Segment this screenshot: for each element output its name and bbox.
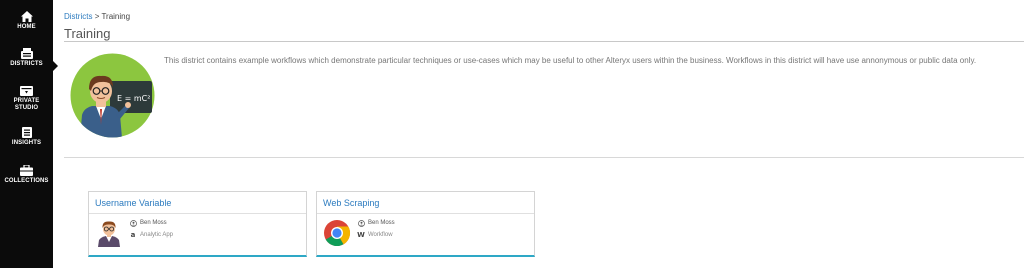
collections-icon bbox=[20, 165, 33, 176]
breadcrumb-link-districts[interactable]: Districts bbox=[64, 12, 92, 21]
title-divider bbox=[64, 41, 1024, 42]
user-icon bbox=[129, 219, 137, 227]
card-author-row: Ben Moss bbox=[357, 219, 395, 227]
sidebar-item-districts[interactable]: DISTRICTS bbox=[0, 48, 53, 68]
active-nav-pointer bbox=[53, 61, 58, 71]
sidebar-item-private-studio[interactable]: PRIVATE STUDIO bbox=[0, 86, 53, 112]
workflow-icon: W bbox=[357, 231, 365, 239]
scientist-avatar-icon bbox=[98, 221, 120, 247]
sidebar-item-label: INSIGHTS bbox=[11, 140, 42, 146]
private-studio-icon bbox=[20, 86, 33, 96]
teacher-avatar-icon: E = mC² bbox=[70, 53, 155, 138]
districts-icon bbox=[20, 48, 33, 59]
analytic-app-icon: a bbox=[130, 231, 136, 239]
card-author: Ben Moss bbox=[140, 220, 167, 226]
blackboard-formula: E = mC² bbox=[117, 94, 150, 103]
home-icon bbox=[20, 11, 33, 22]
section-divider bbox=[64, 157, 1024, 158]
sidebar-item-label: COLLECTIONS bbox=[4, 178, 49, 184]
sidebar-nav: HOME DISTRICTS PRIVATE STUDIO INSIGHTS C… bbox=[0, 0, 53, 268]
sidebar-item-label: HOME bbox=[17, 24, 36, 30]
card-type: Analytic App bbox=[140, 232, 174, 238]
user-icon bbox=[357, 219, 365, 227]
card-divider bbox=[317, 213, 534, 214]
card-divider bbox=[89, 213, 306, 214]
breadcrumb-current: Training bbox=[101, 12, 131, 21]
breadcrumb: Districts > Training bbox=[64, 12, 130, 21]
card-title[interactable]: Web Scraping bbox=[323, 198, 379, 208]
page-title: Training bbox=[64, 26, 111, 41]
card-thumbnail bbox=[95, 219, 123, 247]
sidebar-item-home[interactable]: HOME bbox=[0, 11, 53, 31]
card-type-row: a Analytic App bbox=[129, 231, 173, 239]
sidebar-item-label: STUDIO bbox=[14, 105, 39, 111]
card-type-row: W Workflow bbox=[357, 231, 393, 239]
district-image: E = mC² bbox=[70, 53, 155, 138]
workflow-card[interactable]: Web Scraping Ben Moss W Workflow bbox=[316, 191, 535, 257]
chrome-logo-icon bbox=[324, 220, 351, 247]
sidebar-item-collections[interactable]: COLLECTIONS bbox=[0, 165, 53, 185]
card-title[interactable]: Username Variable bbox=[95, 198, 171, 208]
insights-icon bbox=[21, 127, 32, 138]
sidebar-item-insights[interactable]: INSIGHTS bbox=[0, 127, 53, 147]
sidebar-item-label: DISTRICTS bbox=[10, 61, 43, 67]
card-type: Workflow bbox=[368, 232, 393, 238]
sidebar-item-label: PRIVATE bbox=[13, 98, 40, 104]
district-description: This district contains example workflows… bbox=[164, 56, 977, 65]
card-author: Ben Moss bbox=[368, 220, 395, 226]
workflow-card[interactable]: Username Variable Ben Moss a Analytic Ap… bbox=[88, 191, 307, 257]
card-author-row: Ben Moss bbox=[129, 219, 167, 227]
card-thumbnail bbox=[323, 219, 351, 247]
breadcrumb-separator: > bbox=[94, 12, 100, 21]
